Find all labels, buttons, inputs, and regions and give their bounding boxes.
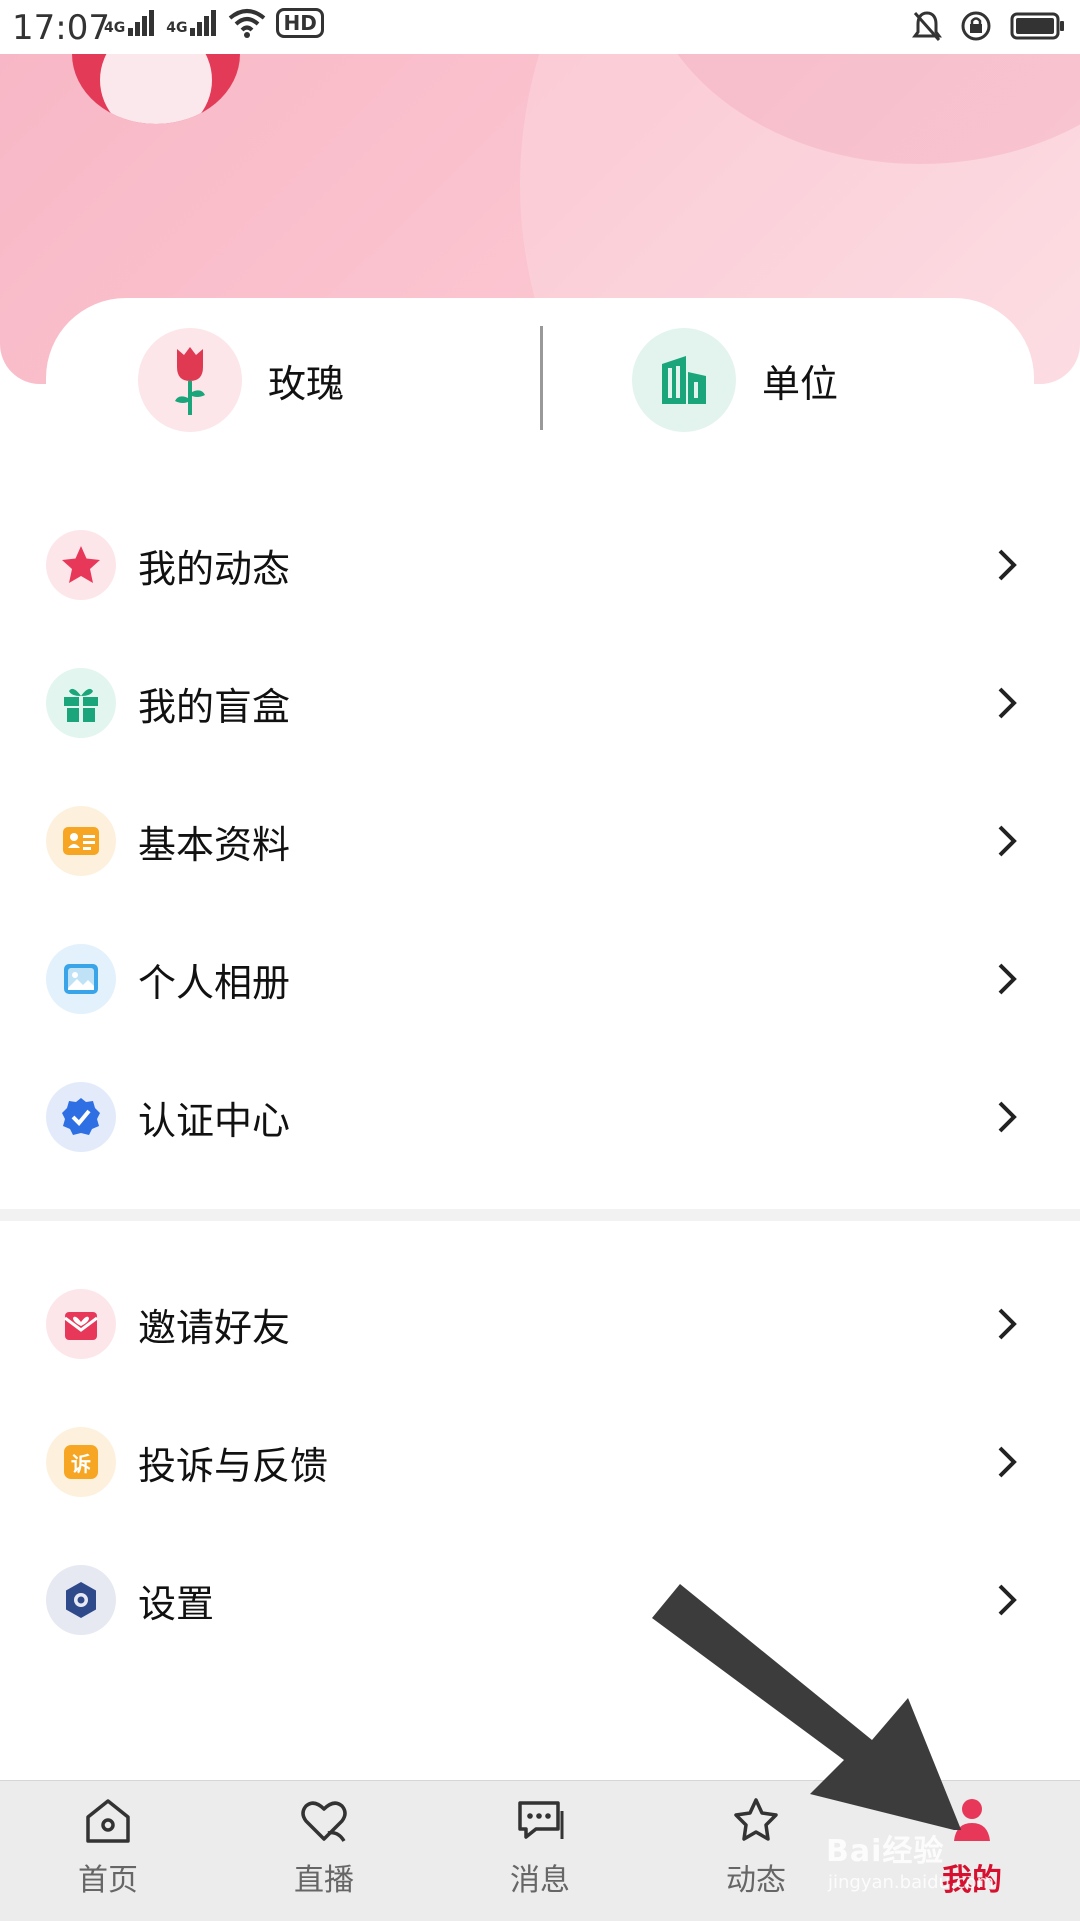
signal-4g-icon-2: 4G bbox=[166, 10, 218, 36]
chevron-right-icon bbox=[998, 1584, 1017, 1616]
menu-item-my-moments[interactable]: 我的动态 bbox=[0, 496, 1080, 634]
nav-label: 动态 bbox=[726, 1863, 786, 1898]
menu-item-complaint-feedback[interactable]: 诉 投诉与反馈 bbox=[0, 1393, 1080, 1531]
star-outline-icon bbox=[734, 1798, 778, 1841]
hd-voice-icon: HD bbox=[276, 8, 324, 38]
unit-label: 单位 bbox=[762, 361, 839, 406]
nav-label: 首页 bbox=[78, 1863, 138, 1898]
chevron-right-icon bbox=[998, 1308, 1017, 1340]
person-icon bbox=[954, 1799, 990, 1841]
unit-entry[interactable]: 单位 bbox=[632, 328, 838, 432]
nav-messages[interactable]: 消息 bbox=[470, 1795, 610, 1899]
watermark-url: jingyan.baidu.com bbox=[828, 1872, 995, 1893]
building-icon bbox=[632, 328, 736, 432]
rose-entry[interactable]: 玫瑰 bbox=[138, 328, 344, 432]
menu-item-basic-info[interactable]: 基本资料 bbox=[0, 772, 1080, 910]
menu-group-primary: 我的动态 我的盲盒 基本资料 个人相册 认证中心 bbox=[0, 496, 1080, 1186]
nav-live[interactable]: 直播 bbox=[254, 1795, 394, 1899]
watermark: Bai经验 bbox=[826, 1834, 945, 1869]
heart-live-icon bbox=[301, 1801, 347, 1842]
chevron-right-icon bbox=[998, 825, 1017, 857]
nav-label: 消息 bbox=[510, 1863, 570, 1898]
complaint-icon: 诉 bbox=[46, 1427, 116, 1497]
quick-access-card: 玫瑰 单位 bbox=[46, 298, 1034, 468]
gift-icon bbox=[46, 668, 116, 738]
menu-label: 认证中心 bbox=[138, 1098, 291, 1143]
chevron-right-icon bbox=[998, 549, 1017, 581]
nav-moments[interactable]: 动态 bbox=[686, 1795, 826, 1899]
id-card-icon bbox=[46, 806, 116, 876]
status-bar: 17:07 4G 4G HD bbox=[0, 0, 1080, 54]
verified-badge-icon bbox=[46, 1082, 116, 1152]
wifi-icon bbox=[229, 9, 266, 38]
status-left-icons: 4G 4G HD bbox=[104, 8, 324, 38]
menu-label: 设置 bbox=[138, 1581, 215, 1626]
section-divider bbox=[0, 1209, 1080, 1221]
complaint-badge: 诉 bbox=[64, 1445, 98, 1479]
nav-home[interactable]: 首页 bbox=[38, 1795, 178, 1899]
bell-muted-icon bbox=[912, 11, 942, 41]
rotation-lock-icon bbox=[961, 11, 991, 41]
chat-bubble-icon bbox=[518, 1801, 564, 1839]
menu-group-secondary: 邀请好友 诉 投诉与反馈 设置 bbox=[0, 1255, 1080, 1669]
menu-item-my-blind-box[interactable]: 我的盲盒 bbox=[0, 634, 1080, 772]
menu-item-photo-album[interactable]: 个人相册 bbox=[0, 910, 1080, 1048]
battery-icon bbox=[1010, 12, 1064, 40]
menu-label: 基本资料 bbox=[138, 822, 291, 867]
menu-item-invite-friends[interactable]: 邀请好友 bbox=[0, 1255, 1080, 1393]
menu-item-verification-center[interactable]: 认证中心 bbox=[0, 1048, 1080, 1186]
rose-label: 玫瑰 bbox=[268, 361, 345, 406]
menu-label: 邀请好友 bbox=[138, 1305, 291, 1350]
invite-envelope-icon bbox=[46, 1289, 116, 1359]
photo-icon bbox=[46, 944, 116, 1014]
menu-item-settings[interactable]: 设置 bbox=[0, 1531, 1080, 1669]
rose-icon bbox=[138, 328, 242, 432]
menu-label: 我的动态 bbox=[138, 546, 291, 591]
signal-4g-icon-1: 4G bbox=[104, 10, 156, 36]
star-icon bbox=[46, 530, 116, 600]
chevron-right-icon bbox=[998, 1446, 1017, 1478]
quick-divider bbox=[540, 326, 543, 430]
status-time: 17:07 bbox=[12, 8, 110, 48]
chevron-right-icon bbox=[998, 687, 1017, 719]
nav-label: 直播 bbox=[294, 1863, 354, 1898]
menu-label: 个人相册 bbox=[138, 960, 291, 1005]
menu-label: 我的盲盒 bbox=[138, 684, 291, 729]
menu-label: 投诉与反馈 bbox=[138, 1443, 329, 1488]
settings-icon bbox=[46, 1565, 116, 1635]
chevron-right-icon bbox=[998, 963, 1017, 995]
chevron-right-icon bbox=[998, 1101, 1017, 1133]
status-right-icons bbox=[912, 10, 1066, 42]
avatar[interactable] bbox=[72, 54, 240, 124]
home-icon bbox=[86, 1799, 130, 1843]
